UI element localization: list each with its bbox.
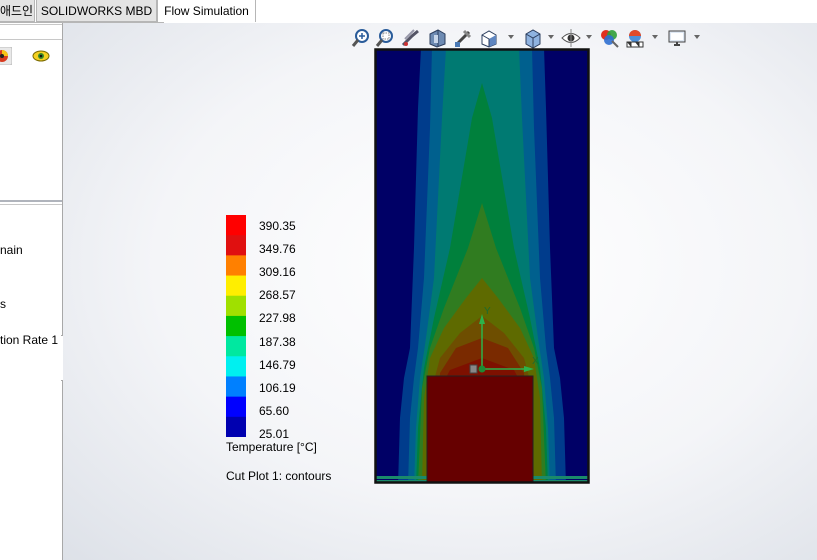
legend-tick-label: 146.79 <box>259 357 296 372</box>
edit-appearance-icon[interactable] <box>598 27 620 49</box>
legend-color-segment <box>226 255 246 277</box>
legend-tick-label: 25.01 <box>259 427 290 441</box>
graphics-viewport[interactable]: 390.35 349.76 309.16 268.57 227.98 187.38 146.… <box>63 23 817 560</box>
triad-x-label: X <box>532 356 539 367</box>
legend-color-segment <box>226 396 246 418</box>
display-style-icon[interactable] <box>522 27 544 49</box>
view-orientation-dropdown-icon[interactable] <box>508 35 514 39</box>
hide-show-items-icon[interactable] <box>560 27 582 49</box>
legend-color-segment <box>226 356 246 377</box>
cut-plot-contours[interactable]: Y X <box>374 48 592 486</box>
section-view-icon[interactable] <box>426 27 448 49</box>
panel-divider <box>0 24 62 25</box>
zoom-to-area-icon[interactable] <box>374 27 396 49</box>
legend-tick-label: 309.16 <box>259 265 296 280</box>
tree-item-heat-generation-rate[interactable]: tion Rate 1 <box>0 333 58 347</box>
tree-item-computational-domain[interactable]: nain <box>0 243 23 257</box>
tab-flow-simulation[interactable]: Flow Simulation <box>157 0 256 22</box>
legend-tick-label: 349.76 <box>259 242 296 257</box>
tab-solidworks-mbd[interactable]: SOLIDWORKS MBD <box>36 0 157 22</box>
panel-divider <box>0 204 62 205</box>
view-settings-dropdown-icon[interactable] <box>694 35 700 39</box>
legend-title: Temperature [°C] <box>226 440 317 454</box>
feature-manager-panel: nain s tion Rate 1 <box>0 23 63 560</box>
legend-tick-label: 268.57 <box>259 288 296 303</box>
legend-color-segment <box>226 215 246 236</box>
tree-item-results[interactable]: s <box>0 297 6 311</box>
zoom-to-fit-icon[interactable] <box>350 27 372 49</box>
display-style-dropdown-icon[interactable] <box>548 35 554 39</box>
legend-color-segment <box>226 275 246 297</box>
legend-color-segment <box>226 235 246 256</box>
legend-tick-label: 187.38 <box>259 334 296 349</box>
legend-tick-label: 390.35 <box>259 219 296 233</box>
panel-splitter[interactable] <box>0 200 62 202</box>
display-manager-icon[interactable] <box>32 49 50 63</box>
triad-y-label: Y <box>484 306 491 317</box>
legend-tick-label: 65.60 <box>259 403 290 418</box>
view-settings-icon[interactable] <box>666 27 688 49</box>
legend-tick-label: 227.98 <box>259 311 296 326</box>
legend-tick-label: 106.19 <box>259 380 296 395</box>
dynamic-annotation-icon[interactable] <box>452 27 474 49</box>
legend-color-segment <box>226 376 246 398</box>
hide-show-dropdown-icon[interactable] <box>586 35 592 39</box>
legend-color-segment <box>226 336 246 357</box>
apply-scene-dropdown-icon[interactable] <box>652 35 658 39</box>
cut-plot-name: Cut Plot 1: contours <box>226 469 332 483</box>
legend-color-segment <box>226 315 246 337</box>
legend-color-segment <box>226 416 246 438</box>
appearance-tab-icon[interactable] <box>0 46 13 66</box>
heater-block[interactable] <box>426 375 534 483</box>
view-orientation-icon[interactable] <box>478 27 500 49</box>
temperature-legend: 390.35 349.76 309.16 268.57 227.98 187.38 146.… <box>226 215 331 483</box>
legend-color-segment <box>226 295 246 317</box>
command-manager-tabs: 애드인 SOLIDWORKS MBD Flow Simulation <box>0 0 817 23</box>
panel-divider <box>0 39 62 40</box>
previous-view-icon[interactable] <box>400 27 422 49</box>
legend-color-bar <box>226 215 246 438</box>
apply-scene-icon[interactable] <box>624 27 646 49</box>
tab-addins[interactable]: 애드인 <box>0 0 35 22</box>
